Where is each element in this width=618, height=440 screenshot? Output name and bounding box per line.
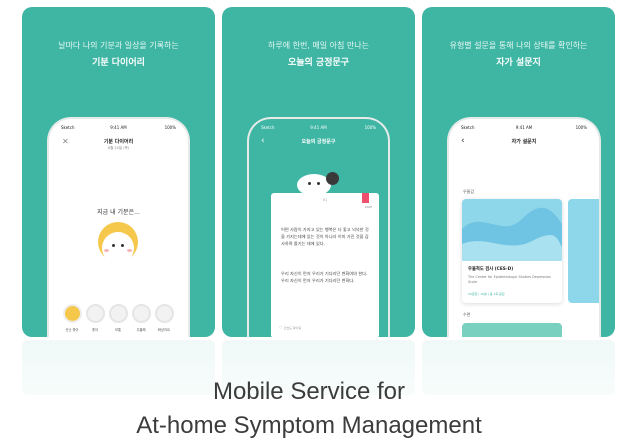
mood-option-label: 화났어요 — [157, 328, 171, 332]
quote-card: 01 SAVE 어떤 사람이 가지고 있는 행복은 더 좋고 넉넉한 것을 가지… — [271, 193, 379, 337]
screen-title: 자가 설문지 — [511, 139, 537, 145]
mood-option-normal[interactable]: 보통 — [108, 304, 128, 332]
survey-card-peek[interactable] — [568, 199, 599, 303]
mood-option-excited[interactable]: 신난 좋아 — [62, 304, 82, 332]
status-battery: 100% — [364, 125, 376, 130]
quote-paragraph: 어떤 사람이 가지고 있는 행복은 더 좋고 넉넉한 것을 가지는데에 있는 것… — [281, 227, 369, 247]
status-battery: 100% — [164, 125, 176, 130]
phone-screen: Sketch 9:41 AM 100% ‹ 자가 설문지 우울감 우울척도 검사… — [449, 119, 599, 337]
section-label: 수면 — [463, 312, 471, 317]
mood-character-icon — [96, 222, 140, 266]
quote-footer: ♡ 오늘도 화이팅 — [279, 325, 301, 330]
mood-option-good[interactable]: 좋아 — [85, 304, 105, 332]
status-bar: Sketch 9:41 AM 100% — [59, 125, 178, 133]
mood-option-angry[interactable]: 화났어요 — [154, 304, 174, 332]
character-icon — [297, 172, 339, 196]
card-title: 우울척도 검사 (CES-D) — [468, 267, 514, 272]
section-label: 우울감 — [463, 189, 475, 194]
panel-caption-title: 기분 다이어리 — [92, 58, 145, 68]
panel-caption-top: 날마다 나의 기분과 일상을 기록하는 — [58, 41, 179, 50]
quote-footer-label: 오늘도 화이팅 — [283, 326, 302, 330]
mood-face-icon — [108, 304, 128, 323]
phone-screen: Sketch 9:41 AM 100% ✕ 기분 다이어리 6월 20일 (목)… — [49, 119, 188, 337]
mood-option-label: 신난 좋아 — [65, 328, 79, 332]
status-bar: Sketch 9:41 AM 100% — [459, 125, 589, 133]
mood-option-label: 보통 — [114, 328, 122, 332]
caption-line-1: Mobile Service for — [212, 378, 406, 405]
survey-card[interactable]: 우울척도 검사 (CES-D) The Center for Epidemiol… — [462, 199, 562, 303]
bookmark-label: SAVE — [364, 205, 372, 209]
status-battery: 100% — [575, 125, 587, 130]
card-description: The Center for Epidemiologic Studies Dep… — [468, 275, 552, 284]
heart-icon[interactable]: ♡ — [279, 325, 283, 330]
status-time: 9:41 AM — [110, 125, 127, 130]
status-time: 9:41 AM — [310, 125, 327, 130]
quote-paragraph: 우리 자신이 먼저 우리가 기다리던 변화여야 한다. 우리 자신이 먼저 우리… — [281, 271, 368, 284]
mood-face-icon — [85, 304, 105, 323]
bookmark-icon[interactable] — [362, 193, 369, 203]
promo-panel-mood-diary: 날마다 나의 기분과 일상을 기록하는 기분 다이어리 Sketch 9:41 … — [22, 7, 215, 337]
screen-title: 오늘의 긍정문구 — [301, 139, 336, 145]
panel-caption-title: 오늘의 긍정문구 — [287, 58, 350, 68]
mood-option-label: 좋아 — [91, 328, 99, 332]
card-illustration — [462, 199, 562, 261]
panel-caption-top: 유형별 설문을 통해 나의 상태를 확인하는 — [449, 41, 588, 50]
promo-panel-daily-quote: 하루에 한번, 매일 아침 만나는 오늘의 긍정문구 Sketch 9:41 A… — [222, 7, 415, 337]
status-time: 9:41 AM — [515, 125, 533, 130]
card-meta: 20문항 | 10분 | 총 1회 응답 — [468, 292, 505, 296]
mood-option-sad[interactable]: 우울해 — [131, 304, 151, 332]
mood-options: 신난 좋아 좋아 보통 우울해 화났어요 — [62, 304, 176, 334]
screen-title: 기분 다이어리 — [103, 139, 134, 145]
status-bar: Sketch 9:41 AM 100% — [259, 125, 378, 133]
mood-face-icon — [131, 304, 151, 323]
mood-option-label: 우울해 — [136, 328, 146, 332]
promo-panel-self-survey: 유형별 설문을 통해 나의 상태를 확인하는 자가 설문지 Sketch 9:4… — [422, 7, 615, 337]
caption-line-2: At-home Symptom Management — [136, 412, 482, 439]
phone-screen: Sketch 9:41 AM 100% ‹ 오늘의 긍정문구 01 SAVE 어… — [249, 119, 388, 337]
survey-card-sleep[interactable] — [462, 323, 562, 337]
panel-caption-top: 하루에 한번, 매일 아침 만나는 — [267, 41, 370, 50]
mood-prompt: 지금 내 기분은... — [97, 209, 140, 216]
panel-caption-title: 자가 설문지 — [496, 58, 541, 68]
screen-date[interactable]: 6월 20일 (목) — [49, 146, 188, 151]
mood-face-icon — [154, 304, 174, 323]
mood-face-icon — [62, 304, 82, 323]
